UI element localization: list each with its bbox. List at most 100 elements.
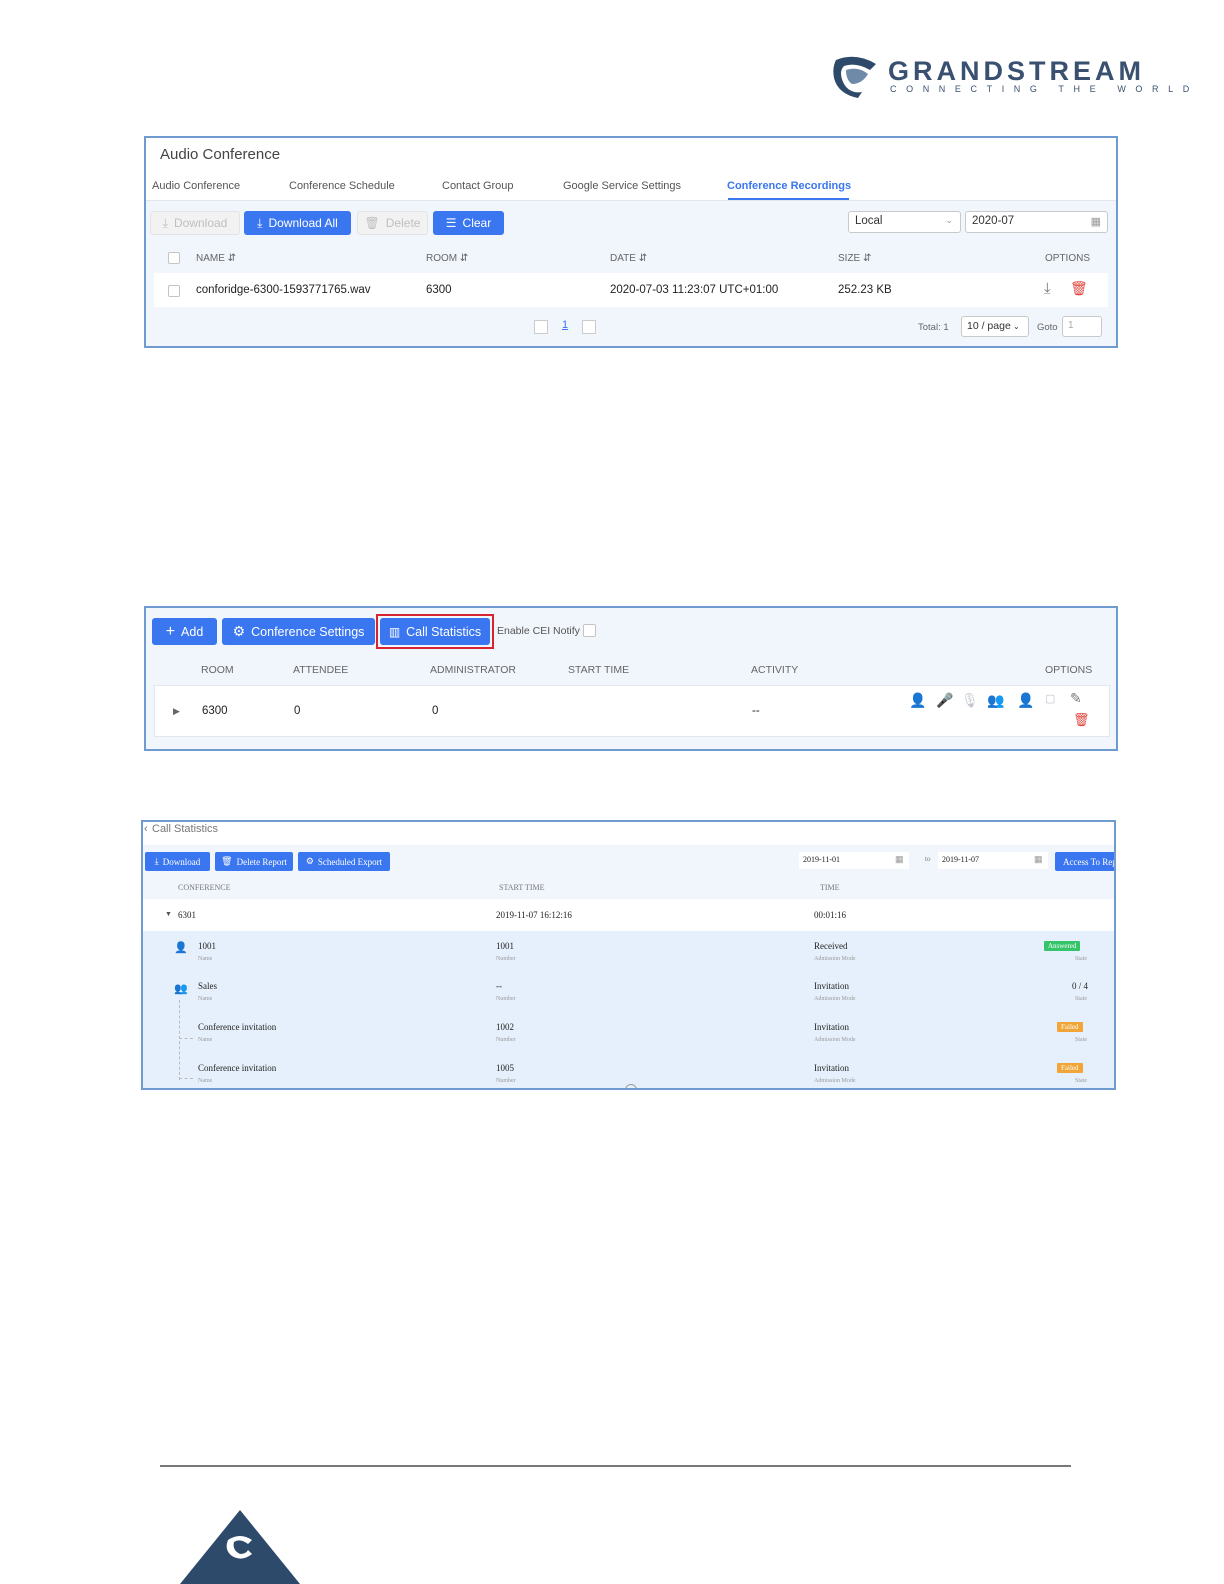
back-arrow-icon[interactable]: ‹: [144, 823, 148, 835]
call-statistics-panel: ‹ Call Statistics ⤓ Download 🗑 Delete Repo…: [141, 820, 1116, 1090]
group-conference: 6301: [178, 910, 196, 920]
trash-icon[interactable]: 🗑: [1073, 712, 1090, 728]
col-options-header: OPTIONS: [1045, 253, 1091, 264]
col-date-header[interactable]: DATE ⇵: [610, 253, 647, 264]
scroll-indicator[interactable]: [625, 1084, 637, 1088]
download-button[interactable]: ⤓ Download: [150, 211, 240, 235]
call-statistics-button[interactable]: ▥ Call Statistics: [380, 618, 490, 645]
calendar-icon: ▦: [1034, 854, 1043, 864]
conference-recordings-panel: Audio Conference Audio Conference Confer…: [144, 136, 1118, 348]
group-duration: 00:01:16: [814, 910, 847, 920]
col-conference-header: CONFERENCE: [178, 883, 231, 892]
expand-arrow-icon[interactable]: ▶: [173, 706, 180, 717]
download-icon[interactable]: ⤓: [1044, 280, 1051, 297]
gear-icon: ⚙: [305, 856, 314, 866]
download-all-button[interactable]: ⤓ Download All: [244, 211, 351, 235]
clear-list-icon: ☰: [445, 216, 457, 230]
prev-page-button[interactable]: [534, 320, 548, 334]
delete-button[interactable]: 🗑 Delete: [357, 211, 428, 235]
date-to-input[interactable]: 2019-11-07 ▦: [938, 852, 1048, 869]
invite-group-icon[interactable]: 👥: [987, 692, 1004, 709]
date-from-input[interactable]: 2019-11-01 ▦: [799, 852, 909, 869]
calendar-icon: ▦: [895, 854, 904, 864]
participant-name: Conference invitation: [198, 1063, 277, 1073]
add-user-icon[interactable]: 👤: [1017, 692, 1034, 709]
select-all-checkbox[interactable]: [168, 252, 180, 264]
col-administrator-header: ADMINISTRATOR: [430, 664, 516, 676]
logo-wordmark: GRANDSTREAM: [888, 56, 1145, 86]
tab-conference-schedule[interactable]: Conference Schedule: [289, 180, 395, 192]
room-number: 6300: [202, 705, 228, 717]
col-start-time-header: START TIME: [568, 664, 630, 676]
admission-mode: Received: [814, 941, 848, 951]
lock-icon[interactable]: ▢: [1045, 692, 1055, 705]
tab-google-service-settings[interactable]: Google Service Settings: [563, 180, 681, 192]
col-start-time-header: START TIME: [499, 883, 545, 892]
access-to-report-button[interactable]: Access To Rep: [1055, 852, 1114, 871]
scheduled-export-button[interactable]: ⚙ Scheduled Export: [298, 852, 390, 871]
total-count: Total: 1: [918, 322, 949, 333]
col-attendee-header: ATTENDEE: [293, 664, 349, 676]
group-icon: 👥: [174, 983, 188, 995]
tab-conference-recordings[interactable]: Conference Recordings: [727, 180, 851, 192]
storage-select[interactable]: Local ⌄: [848, 211, 961, 233]
participant-number: 1001: [496, 941, 514, 951]
edit-icon[interactable]: ✎: [1070, 690, 1082, 707]
status-badge: Failed: [1057, 1063, 1083, 1073]
delete-report-button[interactable]: 🗑 Delete Report: [215, 852, 293, 871]
collapse-arrow-icon[interactable]: ▼: [165, 910, 172, 918]
col-size-header[interactable]: SIZE ⇵: [838, 253, 871, 264]
conference-group-row[interactable]: ▼ 6301 2019-11-07 16:12:16 00:01:16: [143, 899, 1114, 931]
activity: --: [752, 705, 760, 717]
col-room-header[interactable]: ROOM ⇵: [426, 253, 468, 264]
footer-logo-icon: [180, 1510, 300, 1584]
cei-notify-checkbox[interactable]: [583, 624, 596, 637]
chevron-down-icon: ⌄: [945, 215, 953, 225]
cei-notify-label: Enable CEI Notify: [497, 625, 580, 637]
download-icon: ⤓: [162, 215, 168, 230]
tab-audio-conference[interactable]: Audio Conference: [152, 180, 240, 192]
col-name-header[interactable]: NAME ⇵: [196, 253, 236, 264]
participants-bg: [143, 931, 1114, 1088]
col-time-header: TIME: [820, 883, 840, 892]
logo-tagline: CONNECTING THE WORLD: [890, 84, 1199, 94]
attendee-count: 0: [294, 705, 301, 717]
page-size-select[interactable]: 10 / page ⌄: [961, 316, 1029, 337]
goto-label: Goto: [1037, 322, 1058, 333]
tree-branch: [179, 1078, 193, 1080]
recording-name: conforidge-6300-1593771765.wav: [196, 284, 371, 296]
group-start-time: 2019-11-07 16:12:16: [496, 910, 572, 920]
conference-settings-button[interactable]: ⚙ Conference Settings: [222, 618, 375, 645]
gear-icon: ⚙: [232, 623, 246, 639]
download-icon: ⤓: [257, 215, 263, 230]
mute-user-icon[interactable]: 👤: [909, 692, 926, 709]
admission-mode: Invitation: [814, 1063, 849, 1073]
admission-mode: Invitation: [814, 1022, 849, 1032]
tab-contact-group[interactable]: Contact Group: [442, 180, 514, 192]
trash-icon: 🗑: [364, 216, 380, 230]
participant-number: 1005: [496, 1063, 514, 1073]
microphone-icon[interactable]: 🎤: [936, 692, 953, 709]
participant-name: Conference invitation: [198, 1022, 277, 1032]
participant-name: 1001: [198, 941, 216, 951]
row-checkbox[interactable]: [168, 285, 180, 297]
user-icon: 👤: [174, 942, 188, 954]
trash-icon[interactable]: 🗑: [1070, 280, 1088, 297]
recording-date: 2020-07-03 11:23:07 UTC+01:00: [610, 284, 779, 296]
to-label: to: [925, 855, 931, 863]
clear-button[interactable]: ☰ Clear: [433, 211, 504, 235]
plus-icon: +: [165, 622, 176, 640]
microphone-off-icon[interactable]: 🎙: [961, 692, 979, 709]
month-picker[interactable]: 2020-07 ▦: [965, 211, 1108, 233]
col-options-header: OPTIONS: [1045, 664, 1093, 676]
invitation-count: 0 / 4: [1072, 981, 1089, 991]
trash-icon: 🗑: [221, 856, 233, 866]
conference-rooms-panel: + Add ⚙ Conference Settings ▥ Call Statisti…: [144, 606, 1118, 751]
bar-chart-icon: ▥: [388, 624, 401, 639]
add-button[interactable]: + Add: [152, 618, 217, 645]
page-number[interactable]: 1: [562, 319, 568, 331]
goto-input[interactable]: 1: [1062, 316, 1102, 337]
download-icon: ⤓: [154, 856, 159, 866]
next-page-button[interactable]: [582, 320, 596, 334]
download-button[interactable]: ⤓ Download: [145, 852, 210, 871]
